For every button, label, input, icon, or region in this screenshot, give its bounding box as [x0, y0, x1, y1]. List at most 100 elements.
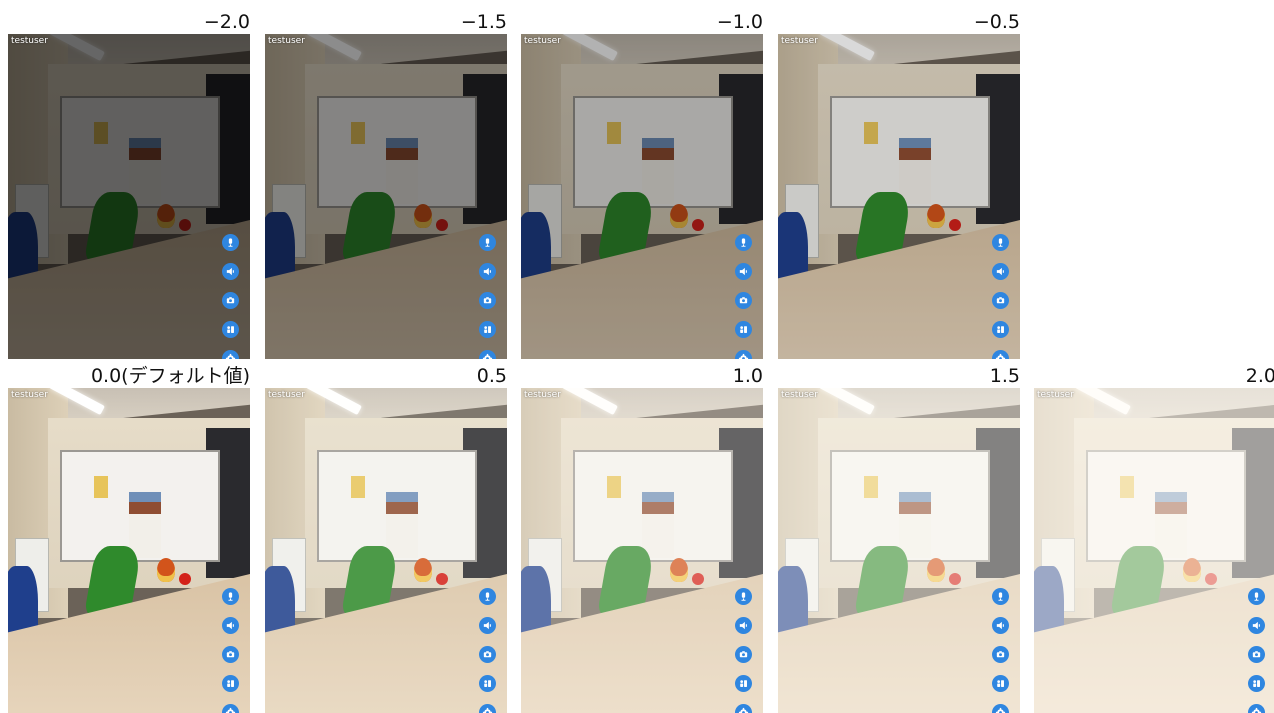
apple: [436, 219, 448, 231]
cal-sky: [1155, 492, 1187, 502]
exposure-label: 1.0: [732, 365, 763, 387]
gear-icon: [482, 353, 493, 359]
mic-icon: [738, 237, 749, 248]
mic-button[interactable]: [992, 588, 1009, 605]
participants-button[interactable]: [735, 675, 752, 692]
gear-icon: [1251, 707, 1262, 713]
switch-camera-button[interactable]: [735, 646, 752, 663]
apple: [692, 573, 704, 585]
gear-icon: [995, 353, 1006, 359]
switch-camera-button[interactable]: [1248, 646, 1265, 663]
note: [94, 122, 108, 144]
switch-camera-button[interactable]: [479, 646, 496, 663]
cal-sky: [386, 492, 418, 502]
note: [864, 122, 878, 144]
mic-button[interactable]: [479, 234, 496, 251]
apple: [949, 573, 961, 585]
switch-camera-button[interactable]: [992, 292, 1009, 309]
mic-button[interactable]: [735, 588, 752, 605]
mic-icon: [1251, 591, 1262, 602]
exposure-label: 0.5: [476, 365, 507, 387]
participants-button[interactable]: [222, 321, 239, 338]
speaker-button[interactable]: [992, 617, 1009, 634]
mic-icon: [482, 237, 493, 248]
mic-button[interactable]: [992, 234, 1009, 251]
camera-preview: testuser: [8, 34, 250, 359]
switch-camera-icon: [482, 649, 493, 660]
switch-camera-button[interactable]: [222, 292, 239, 309]
speaker-button[interactable]: [479, 617, 496, 634]
mic-button[interactable]: [479, 588, 496, 605]
exposure-label: −1.5: [460, 11, 507, 33]
participants-button[interactable]: [1248, 675, 1265, 692]
participants-button[interactable]: [735, 321, 752, 338]
participants-icon: [225, 678, 236, 689]
mic-icon: [225, 591, 236, 602]
note: [351, 476, 365, 498]
camera-preview: testuser: [778, 388, 1020, 713]
username-label: testuser: [268, 36, 305, 46]
username-label: testuser: [1037, 390, 1074, 400]
apple: [1205, 573, 1217, 585]
room-scene: [521, 388, 763, 713]
participants-icon: [482, 678, 493, 689]
switch-camera-icon: [225, 295, 236, 306]
cal-sky: [386, 138, 418, 148]
note: [1120, 476, 1134, 498]
username-label: testuser: [781, 390, 818, 400]
speaker-icon: [225, 620, 236, 631]
room-scene: [265, 388, 507, 713]
doll: [414, 204, 432, 228]
speaker-button[interactable]: [1248, 617, 1265, 634]
username-label: testuser: [268, 390, 305, 400]
speaker-button[interactable]: [992, 263, 1009, 280]
camera-preview: testuser: [265, 388, 507, 713]
participants-button[interactable]: [479, 675, 496, 692]
mic-icon: [995, 591, 1006, 602]
switch-camera-icon: [1251, 649, 1262, 660]
doll: [670, 558, 688, 582]
gear-icon: [225, 353, 236, 359]
participants-icon: [738, 678, 749, 689]
mic-icon: [225, 237, 236, 248]
username-label: testuser: [11, 36, 48, 46]
apple: [949, 219, 961, 231]
mic-button[interactable]: [735, 234, 752, 251]
mic-icon: [738, 591, 749, 602]
participants-button[interactable]: [992, 675, 1009, 692]
switch-camera-button[interactable]: [992, 646, 1009, 663]
switch-camera-icon: [995, 295, 1006, 306]
doll: [414, 558, 432, 582]
username-label: testuser: [781, 36, 818, 46]
speaker-icon: [1251, 620, 1262, 631]
apple: [179, 573, 191, 585]
speaker-icon: [738, 266, 749, 277]
switch-camera-button[interactable]: [735, 292, 752, 309]
speaker-button[interactable]: [479, 263, 496, 280]
speaker-button[interactable]: [735, 617, 752, 634]
speaker-icon: [482, 620, 493, 631]
speaker-icon: [738, 620, 749, 631]
room-scene: [8, 388, 250, 713]
switch-camera-button[interactable]: [222, 646, 239, 663]
cal-sky: [899, 138, 931, 148]
note: [864, 476, 878, 498]
participants-icon: [738, 324, 749, 335]
participants-button[interactable]: [222, 675, 239, 692]
participants-icon: [995, 678, 1006, 689]
speaker-button[interactable]: [222, 263, 239, 280]
cal-sky: [899, 492, 931, 502]
mic-button[interactable]: [222, 588, 239, 605]
speaker-button[interactable]: [735, 263, 752, 280]
speaker-icon: [482, 266, 493, 277]
speaker-button[interactable]: [222, 617, 239, 634]
mic-button[interactable]: [222, 234, 239, 251]
mic-icon: [482, 591, 493, 602]
participants-button[interactable]: [479, 321, 496, 338]
switch-camera-icon: [995, 649, 1006, 660]
switch-camera-button[interactable]: [479, 292, 496, 309]
cal-sky: [129, 138, 161, 148]
participants-button[interactable]: [992, 321, 1009, 338]
mic-button[interactable]: [1248, 588, 1265, 605]
doll: [670, 204, 688, 228]
